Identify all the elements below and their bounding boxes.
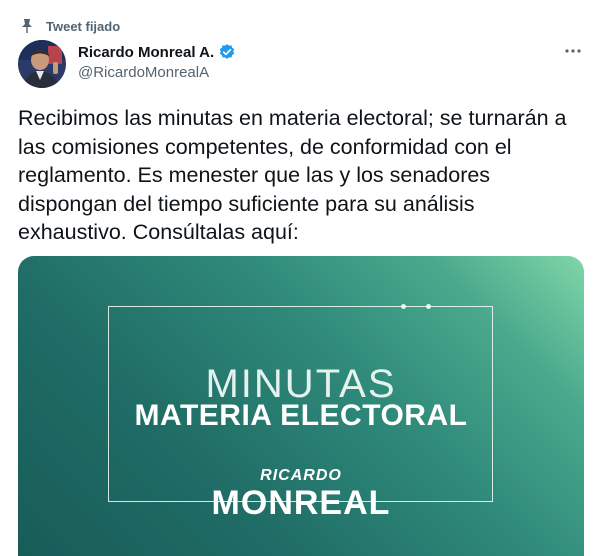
tweet-text: Recibimos las minutas en materia elector…	[18, 106, 567, 244]
more-options-icon	[565, 49, 581, 53]
avatar[interactable]	[18, 40, 66, 88]
verified-badge-icon	[218, 43, 236, 61]
media-title-materia: MATERIA ELECTORAL	[134, 399, 468, 432]
pinned-label: Tweet fijado	[46, 18, 121, 34]
media-brand-last-name: MONREAL	[211, 484, 391, 522]
tweet-media-image[interactable]: MINUTAS MATERIA ELECTORAL RICARDO MONREA…	[18, 256, 584, 556]
pinned-indicator: Tweet fijado	[20, 18, 120, 34]
frame-dot-left	[401, 304, 406, 309]
media-brand-first-name: RICARDO	[260, 467, 342, 484]
more-options-button[interactable]	[561, 42, 585, 60]
pin-icon	[20, 18, 34, 34]
name-row: Ricardo Monreal A.	[78, 43, 236, 61]
author-block: Ricardo Monreal A. @RicardoMonrealA	[78, 43, 236, 81]
author-display-name[interactable]: Ricardo Monreal A.	[78, 44, 214, 61]
author-handle[interactable]: @RicardoMonrealA	[78, 64, 236, 81]
frame-dot-right	[426, 304, 431, 309]
